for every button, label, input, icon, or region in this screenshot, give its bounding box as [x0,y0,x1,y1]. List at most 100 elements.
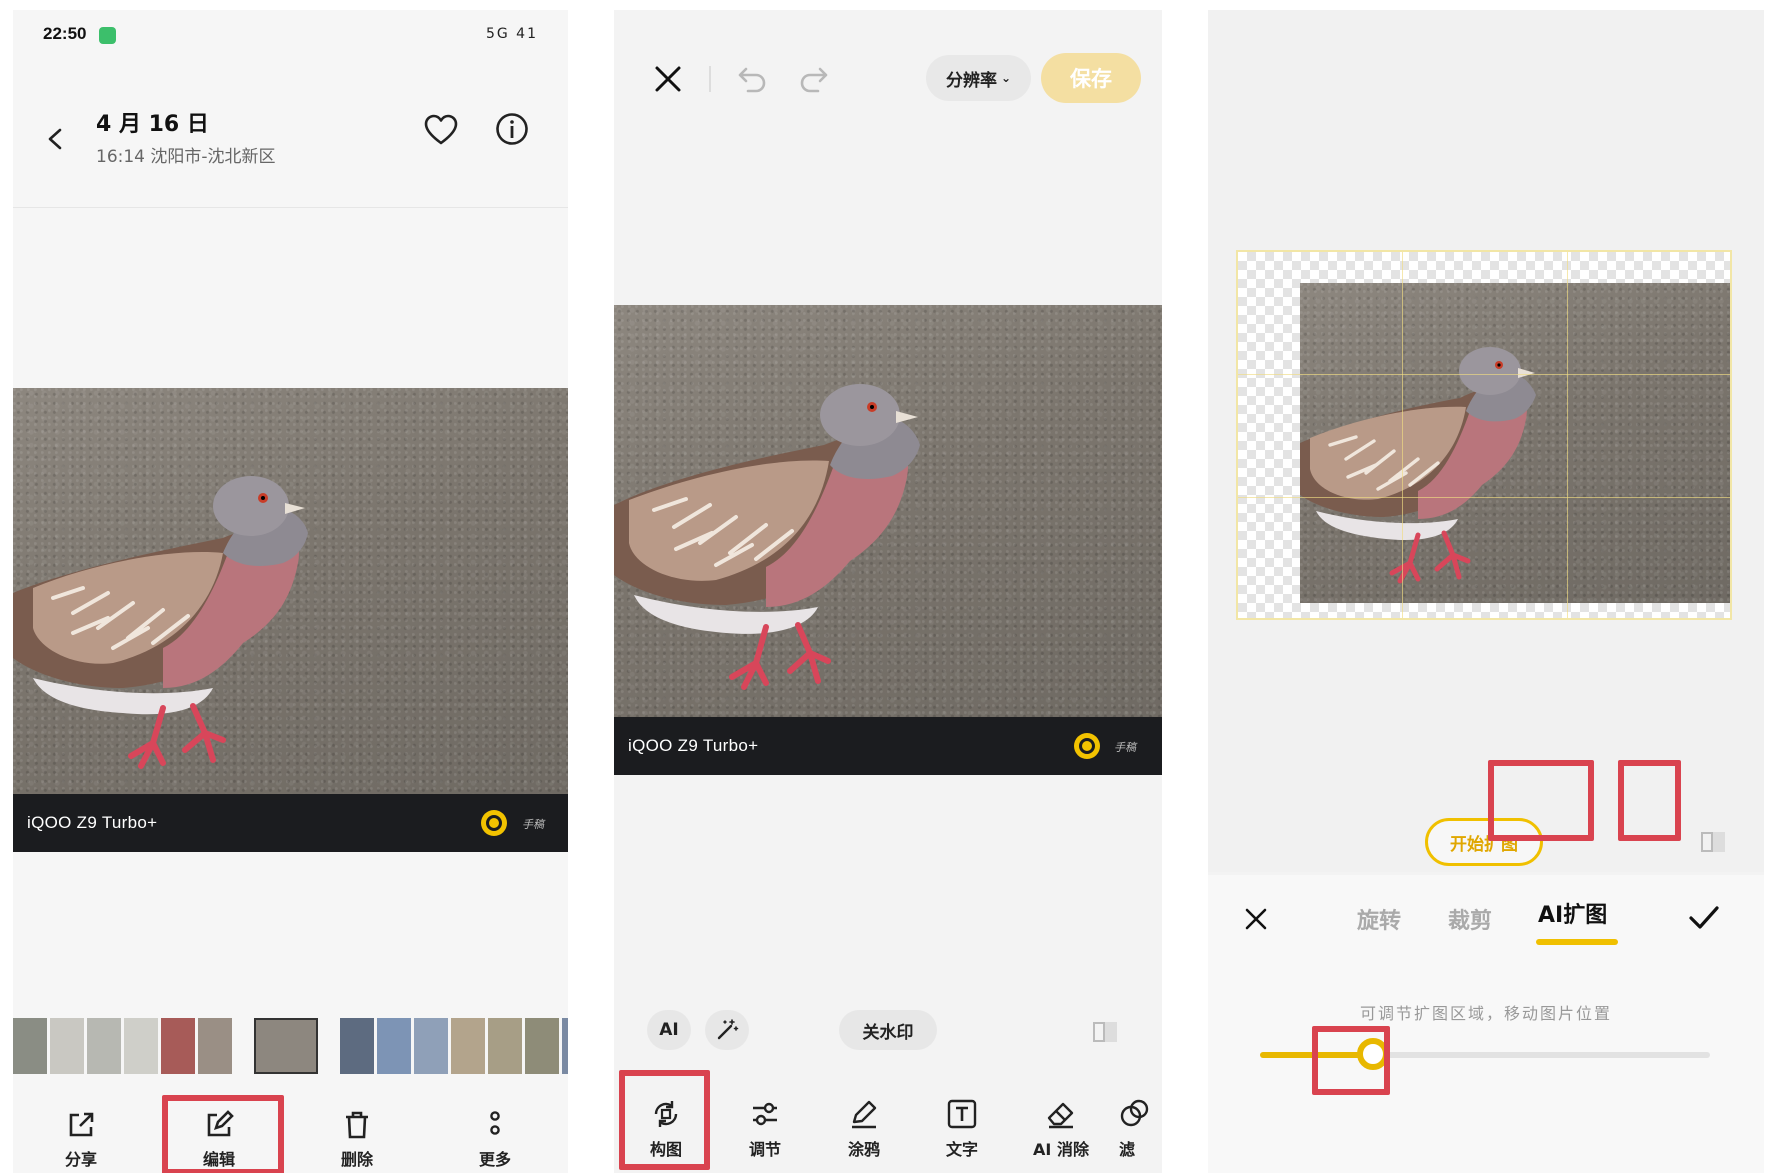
active-tab-indicator [1536,939,1618,945]
close-icon[interactable] [654,65,682,93]
grid-line [1402,252,1403,618]
tab-crop[interactable]: 裁剪 [1448,903,1492,935]
tool-doodle[interactable]: 涂鸦 [824,1098,904,1160]
resolution-dropdown[interactable]: 分辨率 ⌄ [926,55,1031,101]
grid-line [1238,497,1730,498]
thumbnail[interactable] [161,1018,195,1074]
pigeon-illustration [13,476,308,769]
share-icon [69,1112,94,1137]
redo-icon[interactable] [798,65,830,93]
photo-brand-bar: iQOO Z9 Turbo+ 手稿 [614,717,1162,775]
tool-filter-label: 滤 [1119,1140,1136,1159]
compose-highlight-box [619,1070,710,1170]
text-icon [947,1099,977,1129]
pen-icon [852,1100,877,1129]
photo-brand-bar: iQOO Z9 Turbo+ 手稿 [13,794,568,852]
more-label: 更多 [478,1150,511,1169]
share-button[interactable]: 分享 [41,1110,121,1170]
editor-photo[interactable] [614,305,1162,717]
thumbnail-strip [13,1018,568,1074]
save-button[interactable]: 保存 [1041,53,1141,103]
ai-expand-highlight-box [1488,760,1594,841]
divider [709,66,711,92]
edit-highlight-box [162,1095,284,1173]
thumbnail[interactable] [50,1018,84,1074]
device-brand: iQOO Z9 Turbo+ [27,813,158,832]
thumbnail[interactable] [340,1018,374,1074]
expand-canvas: 开始扩图 [1208,10,1764,872]
slider-highlight-box [1312,1026,1390,1095]
photo-date: 4 月 16 日 [96,112,209,137]
tool-doodle-label: 涂鸦 [847,1140,880,1159]
photo-editor-screen: 分辨率 ⌄ 保存 iQOO Z9 Turbo+ 手稿 AI 关水印 构图 调节 … [614,10,1162,1173]
thumbnail[interactable] [451,1018,485,1074]
thumbnail[interactable] [414,1018,448,1074]
delete-label: 删除 [340,1150,373,1169]
thumbnail[interactable] [377,1018,411,1074]
iqoo-logo-icon [481,810,507,836]
filter-icon [1120,1099,1149,1127]
resolution-label: 分辨率 [945,70,997,91]
tool-adjust[interactable]: 调节 [725,1098,805,1160]
check-icon[interactable] [1688,903,1720,933]
ai-expand-screen: 开始扩图 旋转 裁剪 AI扩图 可调节扩图区域，移动图片位置 [1208,10,1764,1173]
adjust-icon [753,1102,777,1126]
device-brand: iQOO Z9 Turbo+ [628,736,759,755]
tool-text-label: 文字 [945,1140,978,1159]
expand-photo[interactable] [1300,283,1730,603]
compare-icon[interactable] [1092,1020,1118,1044]
thumbnail[interactable] [198,1018,232,1074]
photo-signature: 手稿 [1114,741,1136,754]
expand-panel: 旋转 裁剪 AI扩图 可调节扩图区域，移动图片位置 [1208,875,1764,1173]
thumbnail[interactable] [525,1018,559,1074]
viewer-header: 4 月 16 日 16:14 沈阳市-沈北新区 [13,80,568,208]
tool-ai-erase[interactable]: AI 消除 [1021,1098,1101,1160]
more-button[interactable]: 更多 [455,1110,535,1170]
back-icon[interactable] [45,128,67,150]
photo-viewer-screen: 22:50 5G 41 4 月 16 日 16:14 沈阳市-沈北新区 iQOO… [13,10,568,1173]
share-label: 分享 [64,1150,97,1169]
delete-button[interactable]: 删除 [317,1110,397,1170]
chevron-down-icon: ⌄ [1000,71,1012,85]
magic-wand-icon [717,1019,739,1040]
status-time: 22:50 [43,24,87,43]
close-icon[interactable] [1244,907,1268,931]
magic-wand-button[interactable] [705,1010,749,1050]
wechat-icon [99,27,116,44]
pigeon-illustration [1300,347,1536,584]
viewer-action-bar: 分享 编辑 删除 更多 [13,1098,568,1173]
tab-rotate[interactable]: 旋转 [1357,903,1401,935]
thumbnail-current[interactable] [254,1018,318,1074]
compare-icon[interactable] [1700,830,1726,854]
status-indicators: 5G 41 [485,26,538,42]
expand-hint: 可调节扩图区域，移动图片位置 [1359,1004,1612,1023]
ai-button[interactable]: AI [647,1010,691,1050]
info-icon[interactable] [495,112,529,146]
thumbnail[interactable] [562,1018,568,1074]
photo-signature: 手稿 [522,818,544,831]
watermark-toggle[interactable]: 关水印 [839,1010,937,1050]
photo-location: 16:14 沈阳市-沈北新区 [96,147,276,167]
tool-filter[interactable]: 滤 [1119,1098,1159,1160]
heart-icon[interactable] [424,114,458,146]
tool-ai-erase-label: AI 消除 [1033,1140,1089,1159]
confirm-highlight-box [1618,760,1681,841]
thumbnail[interactable] [488,1018,522,1074]
grid-line [1238,374,1730,375]
main-photo[interactable] [13,388,568,794]
grid-line [1567,252,1568,618]
trash-icon [346,1111,368,1139]
undo-icon[interactable] [736,65,768,93]
eraser-icon [1047,1102,1074,1129]
tool-adjust-label: 调节 [748,1140,781,1159]
iqoo-logo-icon [1074,733,1100,759]
thumbnail[interactable] [87,1018,121,1074]
thumbnail-gap [235,1018,251,1074]
tool-text[interactable]: 文字 [922,1098,1002,1160]
tab-ai-expand[interactable]: AI扩图 [1538,897,1607,929]
thumbnail-gap [321,1018,337,1074]
pigeon-illustration [614,384,920,690]
thumbnail[interactable] [124,1018,158,1074]
thumbnail[interactable] [13,1018,47,1074]
expand-area[interactable] [1236,250,1732,620]
